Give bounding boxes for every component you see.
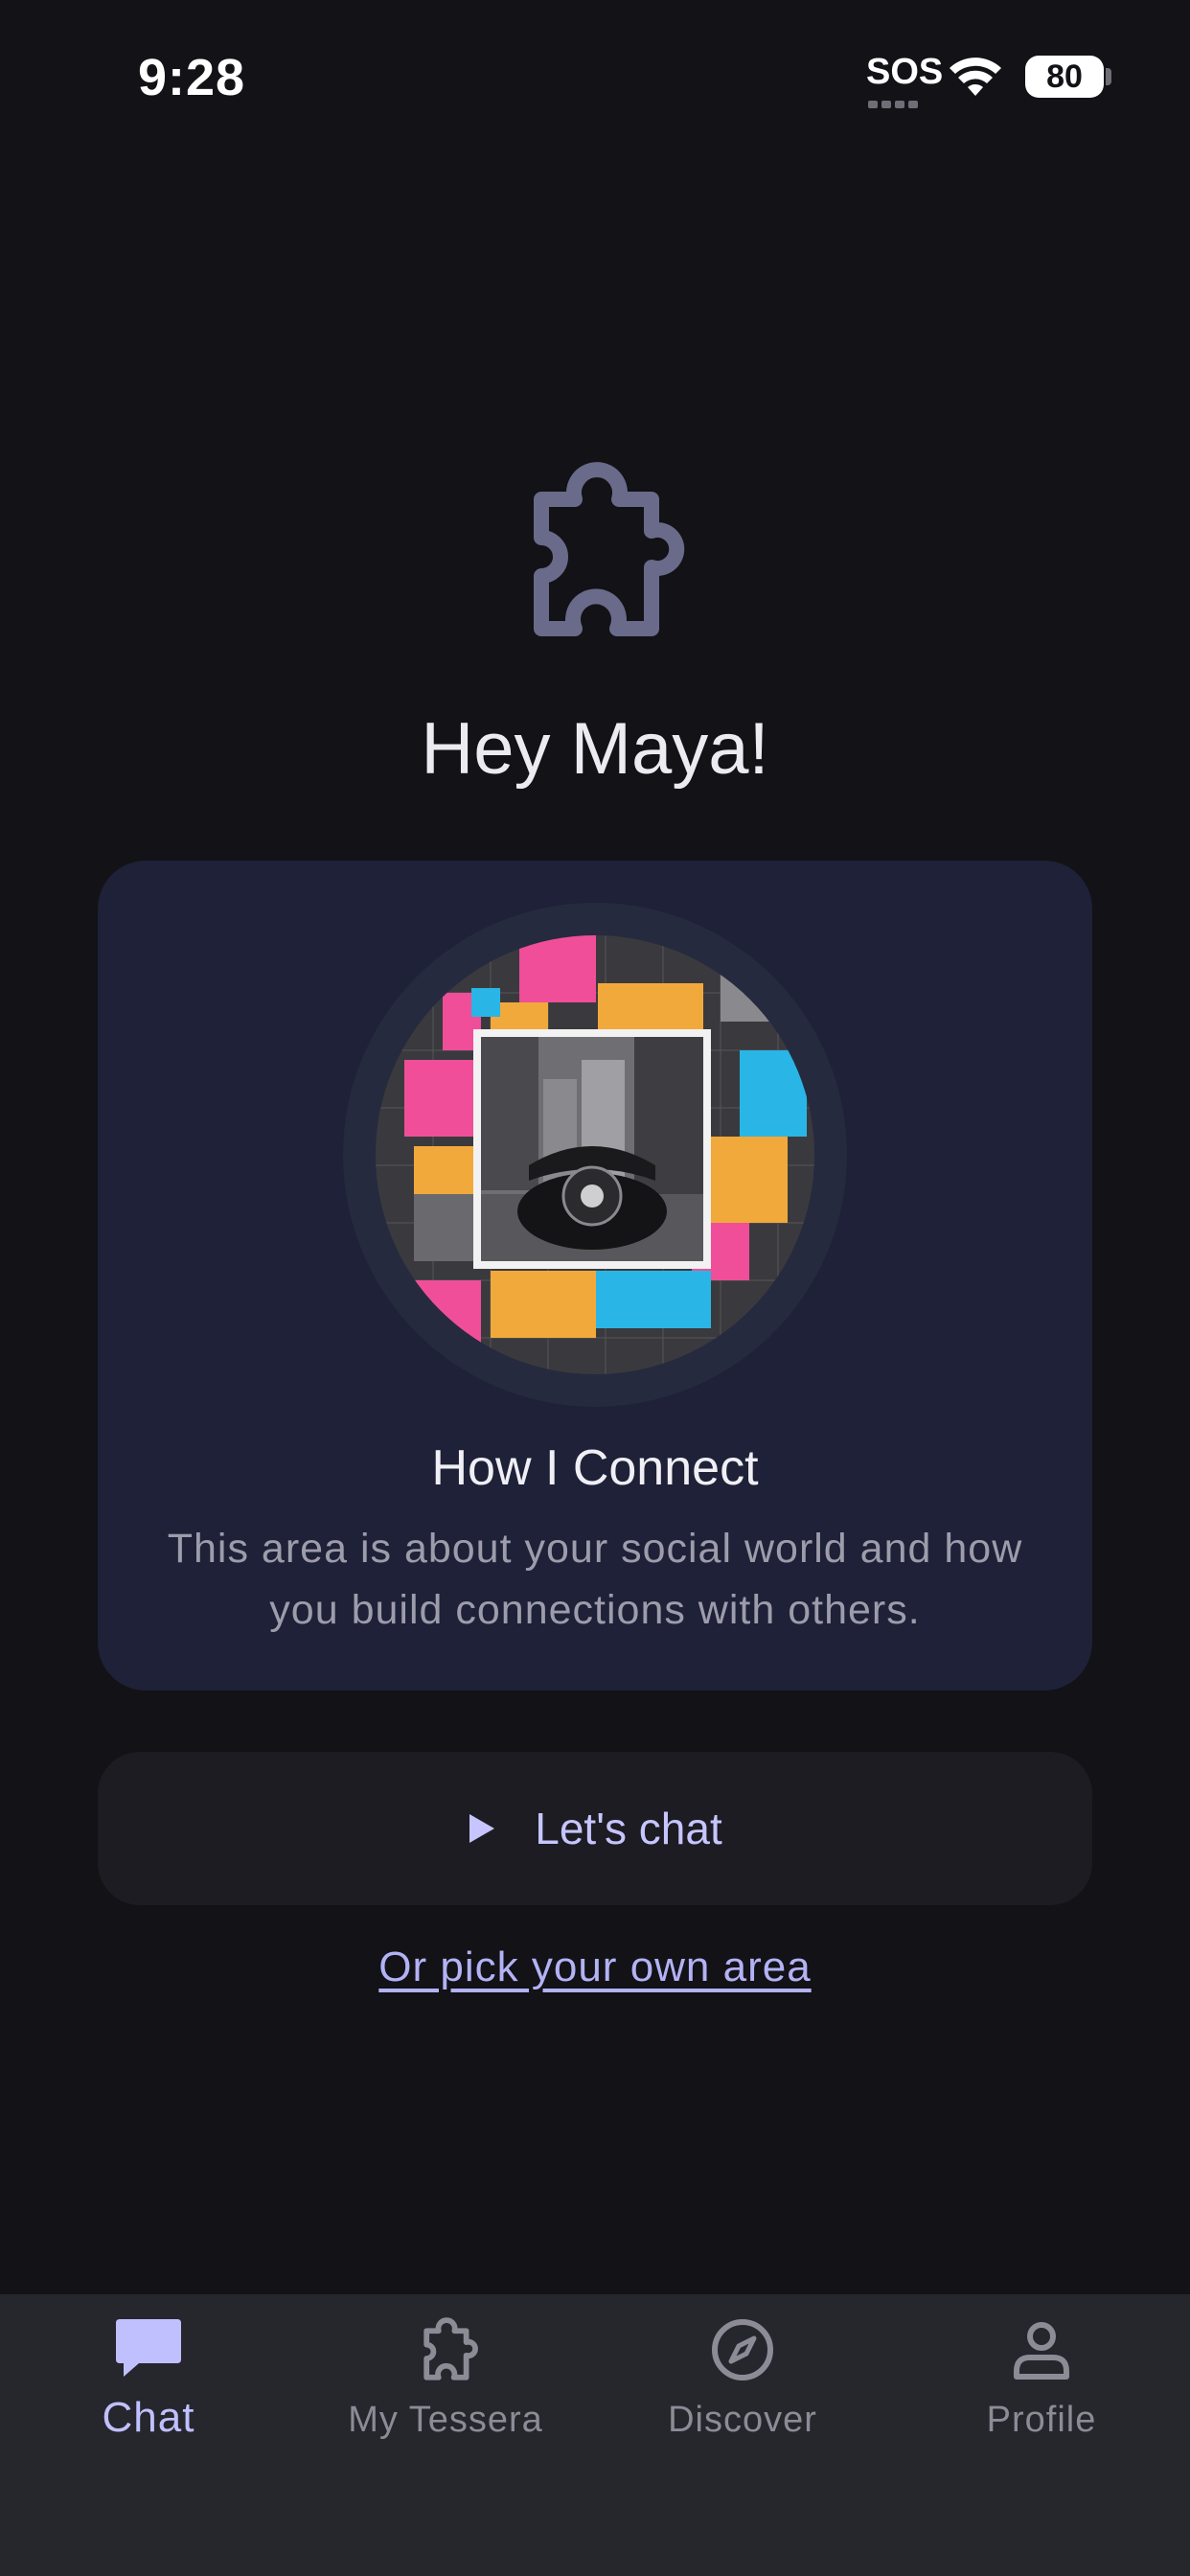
tab-my-tessera-label: My Tessera [348,2400,543,2440]
tab-chat[interactable]: Chat [0,2294,297,2486]
battery-icon: 80 [1025,56,1111,98]
collage-image [376,935,814,1374]
compass-icon [712,2319,773,2380]
tab-chat-label: Chat [102,2394,195,2441]
status-time: 9:28 [138,49,246,106]
lets-chat-button[interactable]: Let's chat [98,1752,1092,1905]
status-bar: 9:28 SOS 80 [0,0,1190,153]
chat-bubble-icon [116,2319,181,2377]
area-title: How I Connect [431,1440,759,1496]
area-description: This area is about your social world and… [167,1526,1023,1633]
pick-own-area-link[interactable]: Or pick your own area [378,1944,811,1990]
person-icon [1014,2322,1069,2380]
wifi-icon [950,58,1001,96]
tab-discover-label: Discover [668,2400,817,2440]
signal-dots-icon [868,96,929,108]
tab-my-tessera[interactable]: My Tessera [297,2294,594,2486]
tab-discover[interactable]: Discover [594,2294,891,2486]
sos-indicator: SOS [866,52,944,92]
area-card: How I Connect This area is about your so… [98,861,1092,1690]
area-image [376,935,814,1374]
puzzle-piece-icon [423,2317,478,2380]
bottom-tab-bar: Chat My Tessera Discover Profile [0,2294,1190,2576]
puzzle-piece-icon [534,462,685,636]
area-image-frame [343,903,847,1407]
tab-profile[interactable]: Profile [893,2294,1190,2486]
play-icon [469,1814,495,1843]
tab-profile-label: Profile [986,2400,1097,2440]
pick-own-area-link-row: Or pick your own area [0,1944,1190,1991]
greeting-heading: Hey Maya! [421,708,769,790]
battery-level: 80 [1025,56,1104,98]
lets-chat-label: Let's chat [535,1804,722,1853]
